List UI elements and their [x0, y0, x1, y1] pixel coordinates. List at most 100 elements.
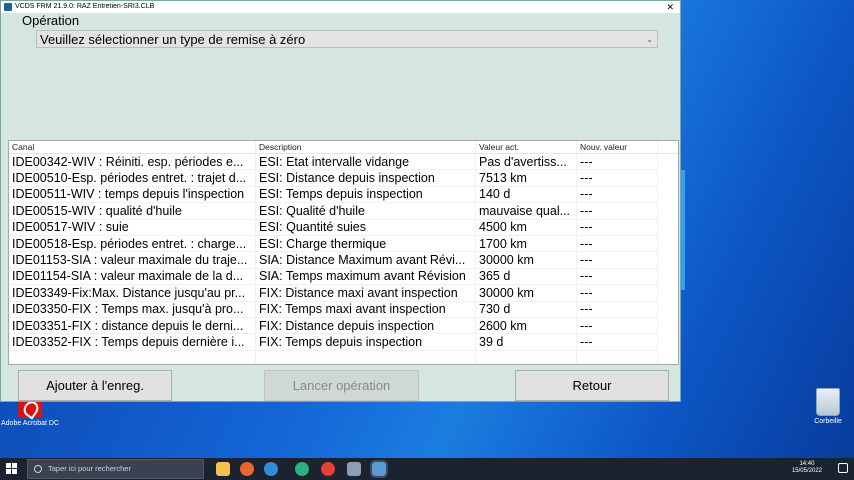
table-row[interactable]: IDE00518-Esp. périodes entret. : charge.… — [9, 235, 678, 253]
close-button[interactable]: ✕ — [666, 1, 674, 13]
cell-description: FIX: Temps maxi avant inspection — [256, 301, 476, 318]
table-row[interactable]: IDE00515-WIV : qualité d'huile ESI: Quali… — [9, 203, 678, 220]
cell-current-value: 365 d — [476, 268, 577, 286]
edge-beta-icon[interactable] — [295, 462, 309, 476]
cell-description: FIX: Distance depuis inspection — [256, 317, 476, 335]
recycle-bin-label: Corbeille — [814, 418, 842, 425]
cell-current-value: 30000 km — [476, 285, 577, 302]
empty-cell — [256, 350, 476, 364]
cell-canal: IDE03352-FIX : Temps depuis dernière i..… — [9, 334, 256, 351]
back-button[interactable]: Retour — [515, 370, 669, 401]
vcds-window: VCDS FRM 21.9.0: RAZ Entretien-SRI3.CLB … — [0, 0, 681, 402]
cell-description: SIA: Distance Maximum avant Révi... — [256, 252, 476, 269]
cell-canal: IDE03350-FIX : Temps max. jusqu'à pro... — [9, 301, 256, 318]
cell-canal: IDE00510-Esp. périodes entret. : trajet … — [9, 170, 256, 187]
operation-select-value: Veuillez sélectionner un type de remise … — [40, 32, 306, 47]
cell-description: ESI: Charge thermique — [256, 235, 476, 253]
windows-start-icon[interactable] — [6, 463, 17, 474]
cell-description: ESI: Etat intervalle vidange — [256, 154, 476, 171]
recycle-bin-desktop-icon[interactable]: Corbeille — [798, 388, 854, 426]
column-header-description[interactable]: Description — [256, 141, 476, 153]
search-placeholder: Taper ici pour rechercher — [48, 464, 131, 473]
cell-canal: IDE00518-Esp. périodes entret. : charge.… — [9, 235, 256, 253]
cell-new-value: --- — [577, 285, 658, 302]
clock[interactable]: 14:40 15/05/2022 — [792, 461, 822, 475]
cell-canal: IDE00511-WIV : temps depuis l'inspection — [9, 186, 256, 204]
table-row-empty — [9, 350, 678, 364]
table-row[interactable]: IDE00517-WIV : suie ESI: Quantité suies 45… — [9, 219, 678, 236]
cell-new-value: --- — [577, 170, 658, 187]
cell-new-value: --- — [577, 334, 658, 351]
operation-select[interactable]: Veuillez sélectionner un type de remise … — [36, 30, 658, 48]
operation-label: Opération — [22, 13, 80, 28]
edge-icon[interactable] — [264, 462, 278, 476]
tool-icon[interactable] — [347, 462, 361, 476]
cell-new-value: --- — [577, 317, 658, 335]
cell-canal: IDE00515-WIV : qualité d'huile — [9, 203, 256, 220]
cell-current-value: 140 d — [476, 186, 577, 204]
cell-current-value: 2600 km — [476, 317, 577, 335]
cell-description: ESI: Temps depuis inspection — [256, 186, 476, 204]
chevron-down-icon: ⌄ — [646, 35, 653, 44]
column-header-canal[interactable]: Canal — [9, 141, 256, 153]
empty-cell — [476, 350, 577, 364]
cell-description: ESI: Quantité suies — [256, 219, 476, 236]
cell-current-value: mauvaise qual... — [476, 203, 577, 220]
cell-current-value: 4500 km — [476, 219, 577, 236]
adobe-acrobat-desktop-icon[interactable]: Adobe Acrobat DC — [0, 398, 60, 428]
table-row[interactable]: IDE00342-WIV : Réiniti. esp. périodes e.… — [9, 154, 678, 171]
file-explorer-icon[interactable] — [216, 462, 230, 476]
cell-canal: IDE03351-FIX : distance depuis le derni.… — [9, 317, 256, 335]
add-to-record-button[interactable]: Ajouter à l'enreg. — [18, 370, 172, 401]
cell-canal: IDE03349-Fix:Max. Distance jusqu'au pr..… — [9, 285, 256, 302]
chrome-icon[interactable] — [321, 462, 335, 476]
search-icon — [34, 465, 42, 473]
table-row[interactable]: IDE01154-SIA : valeur maximale de la d..… — [9, 268, 678, 286]
cell-new-value: --- — [577, 219, 658, 236]
empty-cell — [577, 350, 658, 364]
column-header-new-value[interactable]: Nouv. valeur — [577, 141, 658, 153]
taskbar: Taper ici pour rechercher 14:40 15/05/20… — [0, 458, 854, 480]
cell-new-value: --- — [577, 301, 658, 318]
recycle-bin-icon — [816, 388, 840, 416]
firefox-icon[interactable] — [240, 462, 254, 476]
column-header-current-value[interactable]: Valeur act. — [476, 141, 577, 153]
cell-canal: IDE00517-WIV : suie — [9, 219, 256, 236]
cell-canal: IDE01153-SIA : valeur maximale du traje.… — [9, 252, 256, 269]
table-row[interactable]: IDE00510-Esp. périodes entret. : trajet … — [9, 170, 678, 187]
table-row[interactable]: IDE01153-SIA : valeur maximale du traje.… — [9, 252, 678, 269]
table-row[interactable]: IDE03351-FIX : distance depuis le derni.… — [9, 317, 678, 335]
cell-current-value: 730 d — [476, 301, 577, 318]
table-row[interactable]: IDE03350-FIX : Temps max. jusqu'à pro...… — [9, 301, 678, 318]
cell-new-value: --- — [577, 252, 658, 269]
cell-current-value: 7513 km — [476, 170, 577, 187]
clock-date: 15/05/2022 — [791, 468, 822, 474]
cell-description: SIA: Temps maximum avant Révision — [256, 268, 476, 286]
table-row[interactable]: IDE03352-FIX : Temps depuis dernière i..… — [9, 334, 678, 351]
empty-cell — [9, 350, 256, 364]
cell-current-value: 1700 km — [476, 235, 577, 253]
notification-icon[interactable] — [838, 463, 848, 473]
app-icon — [4, 3, 12, 11]
table-row[interactable]: IDE00511-WIV : temps depuis l'inspection… — [9, 186, 678, 204]
table-header: Canal Description Valeur act. Nouv. vale… — [9, 141, 678, 154]
cell-new-value: --- — [577, 154, 658, 171]
vcds-icon[interactable] — [370, 460, 388, 478]
cell-canal: IDE01154-SIA : valeur maximale de la d..… — [9, 268, 256, 286]
cell-new-value: --- — [577, 186, 658, 204]
desktop-edge — [681, 170, 685, 290]
title-bar: VCDS FRM 21.9.0: RAZ Entretien-SRI3.CLB … — [1, 1, 680, 13]
cell-canal: IDE00342-WIV : Réiniti. esp. périodes e.… — [9, 154, 256, 171]
cell-new-value: --- — [577, 203, 658, 220]
cell-description: ESI: Distance depuis inspection — [256, 170, 476, 187]
taskbar-search-input[interactable]: Taper ici pour rechercher — [27, 459, 204, 479]
table-row[interactable]: IDE03349-Fix:Max. Distance jusqu'au pr..… — [9, 285, 678, 302]
cell-description: ESI: Qualité d'huile — [256, 203, 476, 220]
cell-new-value: --- — [577, 235, 658, 253]
cell-new-value: --- — [577, 268, 658, 286]
acrobat-label: Adobe Acrobat DC — [1, 420, 59, 427]
table-body: IDE00342-WIV : Réiniti. esp. périodes e.… — [9, 154, 678, 364]
launch-operation-button[interactable]: Lancer opération — [264, 370, 419, 401]
cell-description: FIX: Temps depuis inspection — [256, 334, 476, 351]
cell-current-value: 39 d — [476, 334, 577, 351]
